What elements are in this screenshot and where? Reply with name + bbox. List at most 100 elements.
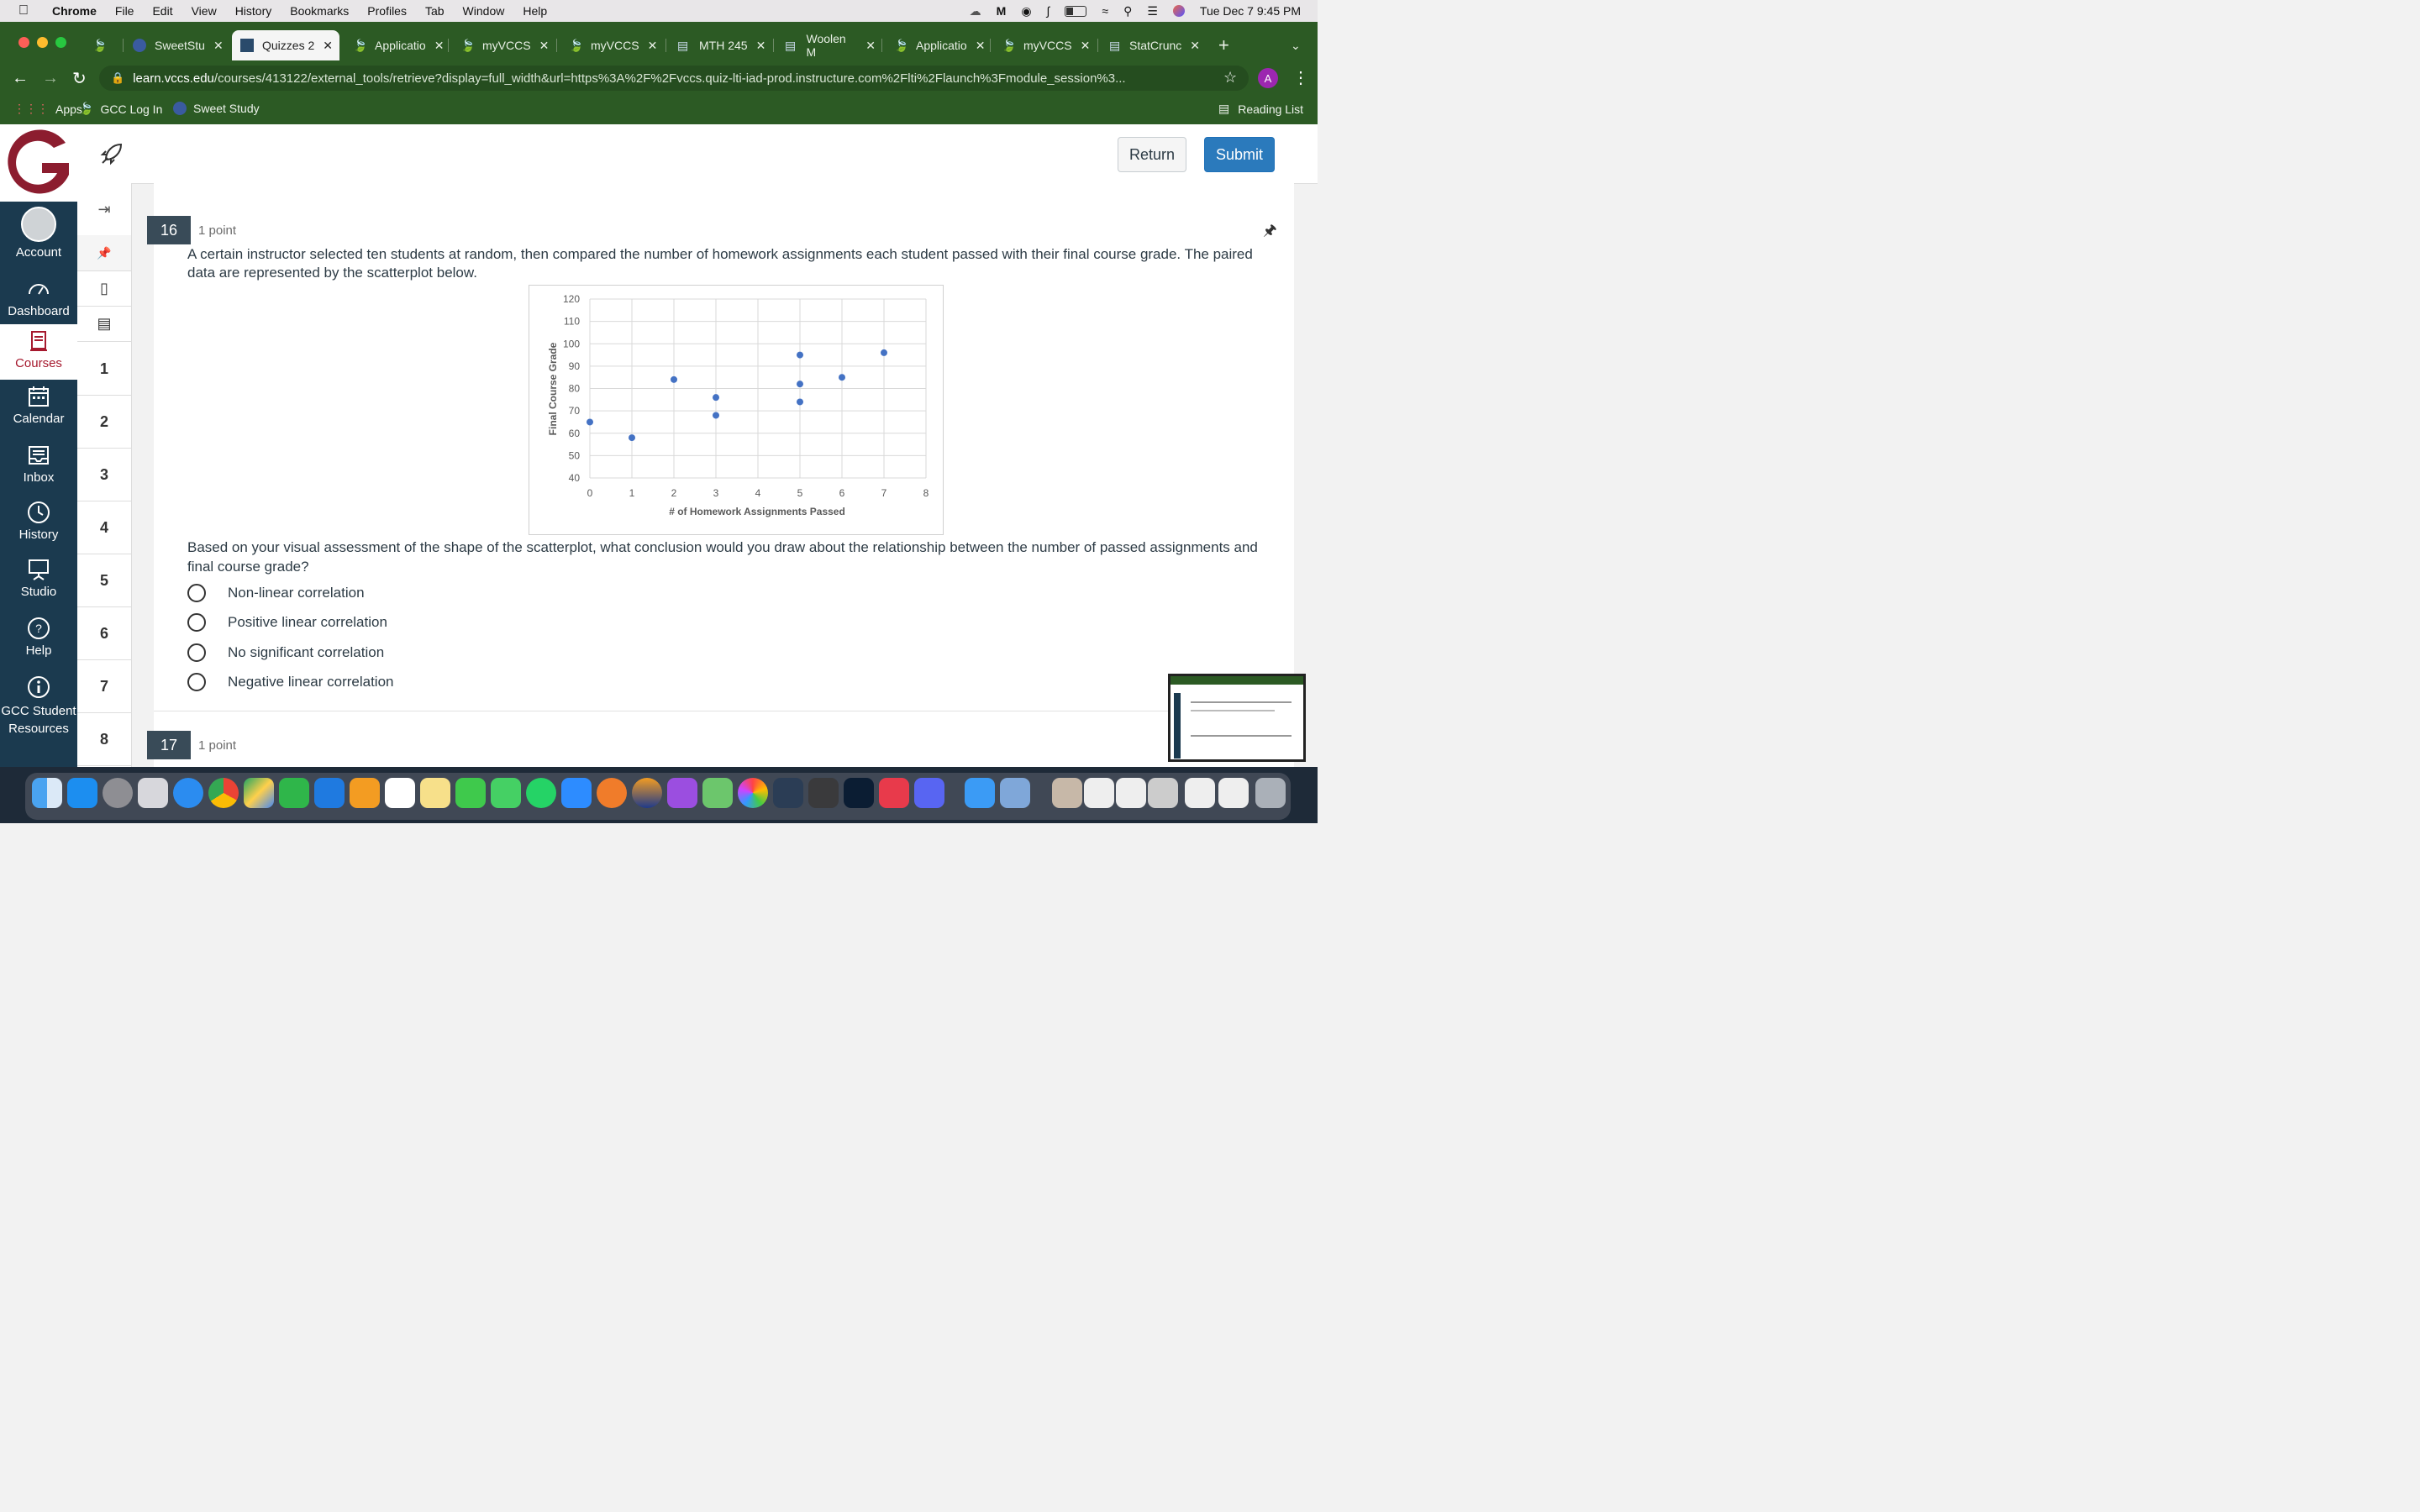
app-store-icon[interactable] (67, 778, 97, 808)
gcc-logo[interactable] (0, 124, 77, 202)
recent-doc-icon[interactable] (1218, 778, 1249, 808)
nav-history[interactable]: History (0, 501, 77, 542)
menu-app-name[interactable]: Chrome (52, 4, 97, 18)
menu-view[interactable]: View (192, 4, 217, 18)
tab-0[interactable]: 🍃 (92, 30, 123, 60)
facetime-icon[interactable] (455, 778, 486, 808)
tab-close-icon[interactable]: ✕ (648, 39, 658, 53)
layers-app-icon[interactable] (773, 778, 803, 808)
bookmark-apps[interactable]: ⋮⋮⋮ Apps (13, 102, 82, 116)
menu-edit[interactable]: Edit (152, 4, 172, 18)
question-nav-item[interactable]: 7 (77, 660, 131, 713)
tab-sweetstudy[interactable]: SweetStu ✕ (133, 30, 224, 60)
question-nav-item[interactable]: 2 (77, 396, 131, 449)
submit-button[interactable]: Submit (1204, 137, 1275, 172)
nav-dashboard[interactable]: Dashboard (0, 277, 77, 318)
tab-statcrunch[interactable]: ▤ StatCrunc ✕ (1109, 30, 1200, 60)
menu-help[interactable]: Help (523, 4, 547, 18)
nav-courses[interactable]: Courses (0, 324, 77, 380)
discord-icon[interactable] (914, 778, 944, 808)
cloud-icon[interactable]: ☁ (970, 4, 981, 18)
quicktime-icon[interactable] (808, 778, 839, 808)
tab-close-icon[interactable]: ✕ (865, 39, 876, 53)
trash-icon[interactable] (1255, 778, 1286, 808)
window-close-button[interactable] (18, 37, 29, 48)
pin-question-icon[interactable]: 🖈 (1263, 220, 1277, 245)
question-nav-item[interactable]: 3 (77, 449, 131, 501)
control-center-icon[interactable]: ☰ (1147, 4, 1158, 18)
finder-icon[interactable] (32, 778, 62, 808)
bluetooth-icon[interactable]: ∫ (1047, 4, 1050, 18)
whatsapp-icon[interactable] (526, 778, 556, 808)
return-button[interactable]: Return (1118, 137, 1186, 172)
answer-option[interactable]: Negative linear correlation (187, 673, 394, 691)
chrome-icon[interactable] (208, 778, 239, 808)
zoom-icon[interactable] (561, 778, 592, 808)
pinned-filter-button[interactable]: 📌 (77, 235, 131, 271)
podcasts-icon[interactable] (667, 778, 697, 808)
chrome-menu-icon[interactable]: ⋮ (1292, 67, 1309, 88)
notes-icon[interactable] (420, 778, 450, 808)
lock-icon[interactable]: 🔒 (111, 71, 124, 85)
tab-close-icon[interactable]: ✕ (1081, 39, 1091, 53)
rocket-icon[interactable] (97, 141, 124, 172)
question-nav-item[interactable]: 4 (77, 501, 131, 554)
question-nav-item[interactable]: 6 (77, 607, 131, 660)
bookmark-star-icon[interactable]: ☆ (1223, 69, 1237, 87)
wifi-icon[interactable]: ≈ (1102, 4, 1108, 18)
radio-button[interactable] (187, 643, 206, 662)
forward-icon[interactable]: → (42, 69, 59, 88)
text-filter-button[interactable]: ▤ (77, 306, 131, 342)
siri-icon[interactable] (1172, 5, 1185, 17)
creative-cloud-icon[interactable] (879, 778, 909, 808)
menubar-clock[interactable]: Tue Dec 7 9:45 PM (1200, 4, 1301, 18)
tab-woolen[interactable]: ▤ Woolen M ✕ (785, 30, 876, 60)
keynote-icon[interactable] (314, 778, 345, 808)
airdrop-icon[interactable]: ◉ (1021, 4, 1031, 18)
reading-list-button[interactable]: ▤ Reading List (1218, 102, 1303, 116)
question-nav-item[interactable]: 5 (77, 554, 131, 607)
nav-help[interactable]: ? Help (0, 617, 77, 658)
recent-doc-icon[interactable] (1148, 778, 1178, 808)
menu-profiles[interactable]: Profiles (367, 4, 407, 18)
bookmark-sweet-study[interactable]: Sweet Study (173, 102, 260, 115)
messages-icon[interactable] (491, 778, 521, 808)
answer-option[interactable]: Positive linear correlation (187, 613, 387, 632)
recent-doc-icon[interactable] (1084, 778, 1114, 808)
tab-search-button[interactable]: ⌄ (1291, 30, 1304, 60)
launchpad-icon[interactable] (138, 778, 168, 808)
radio-button[interactable] (187, 613, 206, 632)
search-icon[interactable]: ⚲ (1123, 4, 1132, 18)
answer-option[interactable]: No significant correlation (187, 643, 384, 662)
back-icon[interactable]: ← (12, 69, 29, 88)
question-nav-item[interactable]: 1 (77, 343, 131, 396)
menu-file[interactable]: File (115, 4, 134, 18)
profile-avatar[interactable]: A (1258, 68, 1278, 88)
bookmark-gcc-login[interactable]: 🍃 GCC Log In (79, 102, 162, 116)
screenshot-thumbnail[interactable] (1168, 674, 1306, 762)
apple-icon[interactable]:  (18, 3, 37, 18)
stripe-app-icon[interactable] (632, 778, 662, 808)
menu-bookmarks[interactable]: Bookmarks (290, 4, 349, 18)
nav-account[interactable]: Account (0, 207, 77, 260)
tab-myvccs-2[interactable]: 🍃 myVCCS ✕ (569, 30, 660, 60)
radio-button[interactable] (187, 673, 206, 691)
google-drive-icon[interactable] (244, 778, 274, 808)
safari-icon[interactable] (173, 778, 203, 808)
question-nav-item[interactable]: 8 (77, 713, 131, 766)
battery-icon[interactable] (1065, 5, 1087, 17)
recent-doc-icon[interactable] (1185, 778, 1215, 808)
system-preferences-icon[interactable] (103, 778, 133, 808)
recent-doc-icon[interactable] (1116, 778, 1146, 808)
tab-mth245[interactable]: ▤ MTH 245 ✕ (677, 30, 768, 60)
nav-inbox[interactable]: Inbox (0, 444, 77, 485)
tab-myvccs-1[interactable]: 🍃 myVCCS ✕ (460, 30, 551, 60)
tab-close-icon[interactable]: ✕ (539, 39, 550, 53)
tab-myvccs-3[interactable]: 🍃 myVCCS ✕ (1002, 30, 1092, 60)
nav-studio[interactable]: Studio (0, 558, 77, 599)
calendar-dock-icon[interactable] (385, 778, 415, 808)
lightroom-icon[interactable] (844, 778, 874, 808)
mail-icon[interactable] (965, 778, 995, 808)
address-bar[interactable]: 🔒 learn.vccs.edu/courses/413122/external… (99, 66, 1249, 91)
pages-icon[interactable] (350, 778, 380, 808)
